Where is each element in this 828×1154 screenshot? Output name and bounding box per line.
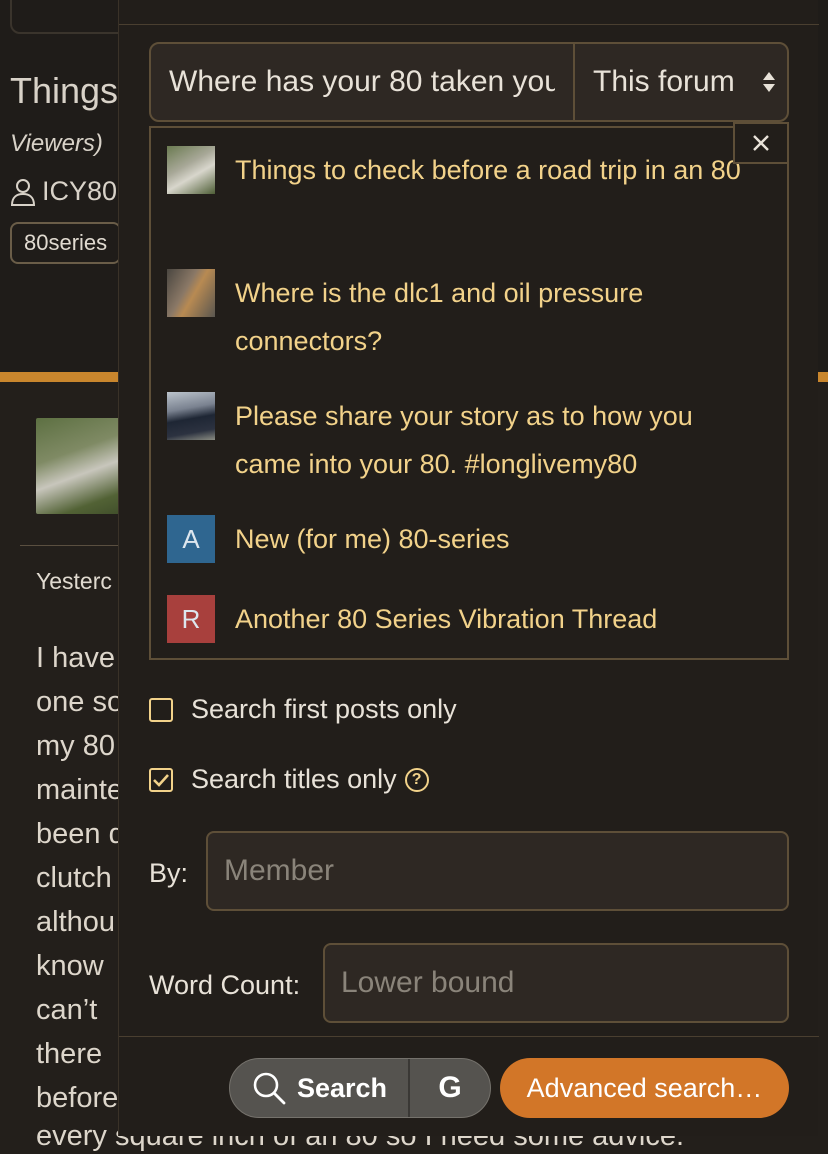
search-scope-value: This forum — [593, 65, 735, 98]
post-date[interactable]: Yesterc — [36, 568, 112, 595]
word-count-field[interactable] — [323, 943, 789, 1023]
suggestion-item[interactable]: R Another 80 Series Vibration Thread — [167, 595, 755, 643]
suggestion-item[interactable]: Please share your story as to how you ca… — [167, 392, 755, 488]
post-divider — [20, 545, 130, 546]
word-count-label: Word Count: — [149, 970, 301, 1000]
search-button-group: Search G — [229, 1058, 491, 1118]
member-field[interactable] — [206, 831, 789, 911]
by-label: By: — [149, 858, 189, 888]
first-posts-label: Search first posts only — [191, 694, 457, 724]
close-icon — [753, 135, 769, 151]
viewers-count: Viewers) — [10, 130, 103, 157]
thread-title: Things — [10, 70, 119, 111]
footer-divider — [119, 1036, 819, 1037]
suggestion-thumbnail — [167, 392, 215, 440]
titles-only-option[interactable]: Search titles only ? — [149, 764, 429, 795]
search-button-label: Search — [296, 1072, 388, 1103]
search-bar: This forum — [149, 42, 789, 122]
search-panel: This forum Things to check before a road… — [118, 0, 819, 1136]
search-icon — [253, 1072, 286, 1105]
checkmark-icon — [153, 773, 169, 787]
suggestion-item[interactable]: Things to check before a road trip in an… — [167, 146, 755, 194]
user-icon — [10, 178, 36, 206]
search-input[interactable] — [151, 44, 573, 120]
advanced-search-button[interactable]: Advanced search… — [500, 1058, 789, 1118]
select-arrows-icon — [763, 72, 775, 92]
help-icon[interactable]: ? — [404, 767, 429, 792]
suggestion-title[interactable]: New (for me) 80-series — [235, 515, 755, 563]
titles-only-label: Search titles only — [191, 764, 397, 794]
thread-author-name: ICY80 — [42, 176, 118, 206]
search-scope-select[interactable]: This forum — [573, 44, 787, 120]
search-suggestions: Things to check before a road trip in an… — [149, 126, 789, 660]
suggestion-title[interactable]: Things to check before a road trip in an… — [235, 146, 755, 194]
suggestion-title[interactable]: Another 80 Series Vibration Thread — [235, 595, 755, 643]
suggestion-letter-avatar: A — [167, 515, 215, 563]
suggestion-title[interactable]: Where is the dlc1 and oil pressure conne… — [235, 269, 755, 365]
search-button[interactable]: Search — [230, 1059, 410, 1117]
panel-top-divider — [119, 24, 819, 25]
close-suggestions-button[interactable] — [733, 122, 789, 164]
google-search-button[interactable]: G — [410, 1059, 490, 1117]
suggestion-thumbnail — [167, 146, 215, 194]
titles-only-checkbox[interactable] — [149, 767, 173, 792]
suggestion-thumbnail — [167, 269, 215, 317]
suggestion-title[interactable]: Please share your story as to how you ca… — [235, 392, 755, 488]
thread-author[interactable]: ICY80 — [10, 176, 117, 207]
thread-tag[interactable]: 80series — [10, 222, 122, 264]
suggestion-item[interactable]: Where is the dlc1 and oil pressure conne… — [167, 269, 755, 365]
suggestion-item[interactable]: A New (for me) 80-series — [167, 515, 755, 563]
first-posts-option[interactable]: Search first posts only — [149, 694, 457, 725]
first-posts-checkbox[interactable] — [149, 697, 173, 722]
suggestion-letter-avatar: R — [167, 595, 215, 643]
